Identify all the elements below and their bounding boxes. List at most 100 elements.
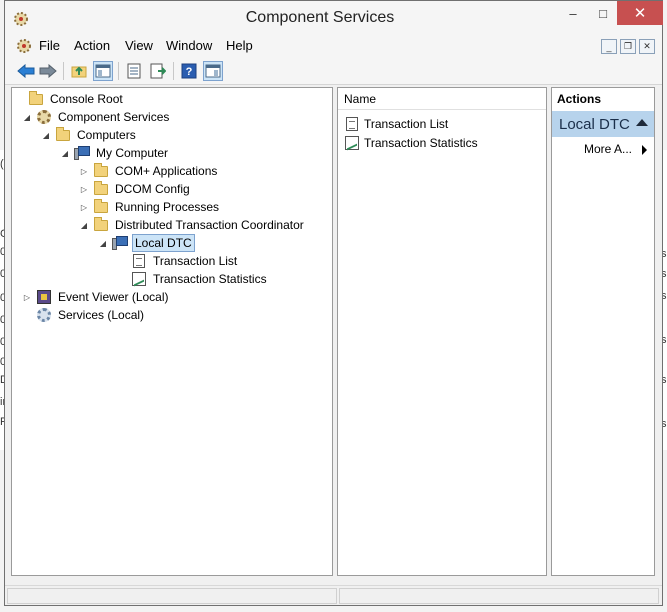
folder-icon <box>93 181 109 197</box>
column-header-name[interactable]: Name <box>338 88 546 110</box>
actions-section-local-dtc[interactable]: Local DTC <box>552 111 654 137</box>
menu-help[interactable]: Help <box>226 38 253 53</box>
status-cell <box>339 588 659 604</box>
back-icon[interactable] <box>16 61 36 81</box>
close-button[interactable]: ✕ <box>617 1 663 25</box>
help-icon[interactable]: ? <box>179 61 199 81</box>
tree-node-services[interactable]: Services (Local) <box>22 306 146 324</box>
tree-expander[interactable]: ◢ <box>60 144 70 162</box>
tree-expander[interactable]: ◢ <box>41 126 51 144</box>
tree-expander[interactable]: ◢ <box>22 108 32 126</box>
tree-expander[interactable]: ◢ <box>98 234 108 252</box>
show-hide-action-pane-icon[interactable] <box>203 61 223 81</box>
window-title: Component Services <box>245 9 395 26</box>
tree-expander <box>117 252 127 270</box>
console-tree[interactable]: Console Root ◢ Component Services ◢ Comp… <box>11 87 333 576</box>
tree-node-console-root[interactable]: Console Root <box>14 90 125 108</box>
tree-node-label: DCOM Config <box>115 182 190 196</box>
collapse-up-icon[interactable] <box>636 119 648 126</box>
menu-file[interactable]: File <box>39 38 60 53</box>
tree-node-label: Console Root <box>50 92 123 106</box>
tree-node-distributed-transaction-coordinator[interactable]: ◢ Distributed Transaction Coordinator <box>79 216 306 234</box>
tree-node-label: Transaction Statistics <box>153 272 267 286</box>
transaction-list-icon <box>344 116 360 132</box>
folder-icon <box>93 217 109 233</box>
tree-node-component-services[interactable]: ◢ Component Services <box>22 108 171 126</box>
tree-node-dcom-config[interactable]: ▷ DCOM Config <box>79 180 192 198</box>
minimize-button[interactable]: – <box>558 1 588 25</box>
tree-node-transaction-statistics[interactable]: Transaction Statistics <box>117 270 269 288</box>
tree-node-label: Services (Local) <box>58 308 145 322</box>
tree-node-my-computer[interactable]: ◢ My Computer <box>60 144 170 162</box>
menu-action[interactable]: Action <box>74 38 110 53</box>
tree-node-local-dtc[interactable]: ◢ Local DTC <box>98 234 195 252</box>
transaction-statistics-icon <box>131 271 147 287</box>
actions-header: Actions <box>552 88 654 110</box>
event-viewer-icon <box>36 289 52 305</box>
computer-icon <box>74 145 90 161</box>
tree-node-running-processes[interactable]: ▷ Running Processes <box>79 198 221 216</box>
list-item-label: Transaction List <box>364 117 449 131</box>
computer-icon <box>112 235 128 251</box>
tree-node-event-viewer[interactable]: ▷ Event Viewer (Local) <box>22 288 171 306</box>
tree-node-label: Local DTC <box>132 234 195 252</box>
tree-expander[interactable]: ▷ <box>79 162 89 180</box>
show-hide-console-tree-icon[interactable] <box>93 61 113 81</box>
export-list-icon[interactable] <box>124 61 144 81</box>
toolbar: ? <box>5 57 662 85</box>
up-folder-icon[interactable] <box>69 61 89 81</box>
result-pane[interactable]: Name Transaction List Transaction Statis… <box>337 87 547 576</box>
tree-node-label: Computers <box>77 128 136 142</box>
folder-icon <box>93 199 109 215</box>
folder-icon <box>55 127 71 143</box>
tree-node-label: Running Processes <box>115 200 220 214</box>
submenu-arrow-icon <box>642 145 647 155</box>
services-icon <box>36 307 52 323</box>
tree-expander <box>117 270 127 288</box>
forward-icon[interactable] <box>38 61 58 81</box>
mdi-minimize-button[interactable]: _ <box>601 39 617 54</box>
mmc-content-area: Console Root ◢ Component Services ◢ Comp… <box>5 85 662 585</box>
actions-section-title: Local DTC <box>559 115 630 133</box>
list-item-transaction-list[interactable]: Transaction List <box>344 115 448 133</box>
component-services-window: Component Services – □ ✕ File Action Vie… <box>4 0 663 606</box>
transaction-list-icon <box>131 253 147 269</box>
status-cell <box>7 588 337 604</box>
tree-node-transaction-list[interactable]: Transaction List <box>117 252 239 270</box>
component-services-icon <box>36 109 52 125</box>
tree-node-label: COM+ Applications <box>115 164 218 178</box>
maximize-button[interactable]: □ <box>588 1 618 25</box>
svg-text:?: ? <box>186 66 193 78</box>
properties-icon[interactable] <box>148 61 168 81</box>
folder-icon <box>93 163 109 179</box>
tree-expander[interactable]: ◢ <box>79 216 89 234</box>
tree-node-label: Distributed Transaction Coordinator <box>115 218 304 232</box>
more-actions-link[interactable]: More A... <box>584 142 632 156</box>
tree-expander[interactable] <box>14 90 24 108</box>
tree-node-label: My Computer <box>96 146 169 160</box>
title-bar[interactable]: Component Services – □ ✕ <box>5 1 663 35</box>
tree-node-label: Event Viewer (Local) <box>58 290 169 304</box>
toolbar-separator <box>63 62 64 80</box>
tree-node-label: Transaction List <box>153 254 238 268</box>
list-item-label: Transaction Statistics <box>364 136 478 150</box>
transaction-statistics-icon <box>344 135 360 151</box>
toolbar-separator <box>173 62 174 80</box>
mdi-close-button[interactable]: ✕ <box>639 39 655 54</box>
tree-expander[interactable]: ▷ <box>79 180 89 198</box>
mdi-restore-button[interactable]: ❐ <box>620 39 636 54</box>
tree-node-label: Component Services <box>58 110 170 124</box>
menu-window[interactable]: Window <box>166 38 212 53</box>
tree-expander <box>22 306 32 324</box>
status-bar <box>5 585 662 605</box>
tree-node-com-plus-applications[interactable]: ▷ COM+ Applications <box>79 162 219 180</box>
menu-view[interactable]: View <box>125 38 153 53</box>
tree-node-computers[interactable]: ◢ Computers <box>41 126 138 144</box>
list-item-transaction-statistics[interactable]: Transaction Statistics <box>344 134 478 152</box>
tree-expander[interactable]: ▷ <box>79 198 89 216</box>
system-menu-icon[interactable] <box>16 38 32 54</box>
toolbar-separator <box>118 62 119 80</box>
menu-bar: File Action View Window Help _ ❐ ✕ <box>5 35 662 57</box>
tree-expander[interactable]: ▷ <box>22 288 32 306</box>
actions-pane: Actions Local DTC More A... <box>551 87 655 576</box>
